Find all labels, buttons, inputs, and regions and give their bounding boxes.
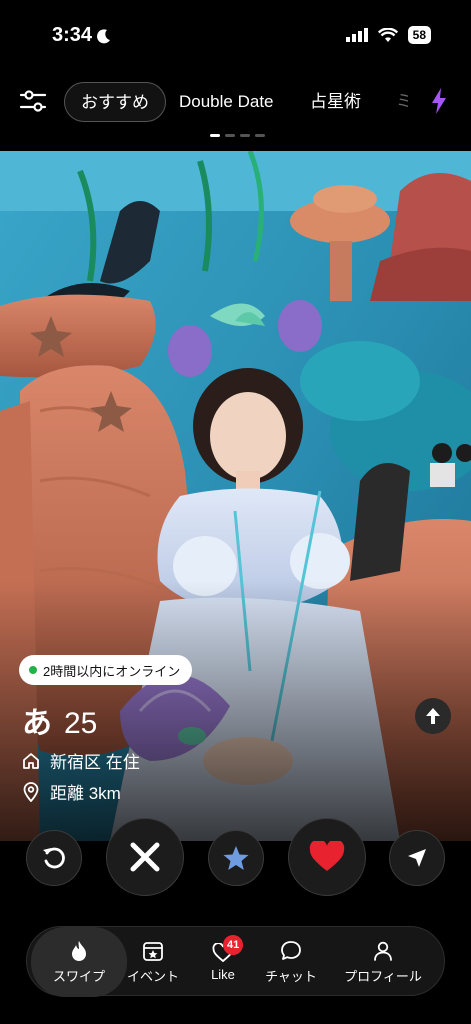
heart-icon xyxy=(309,841,345,871)
distance-row: 距離 3km xyxy=(22,779,121,804)
status-bar: 3:34 58 xyxy=(0,0,471,70)
rewind-button[interactable] xyxy=(26,830,82,886)
tab-event-label: イベント xyxy=(126,968,179,984)
filter-button[interactable] xyxy=(18,86,50,118)
chat-icon xyxy=(281,940,301,960)
location-pin-icon xyxy=(23,781,39,802)
tab-swipe-label: スワイプ xyxy=(52,968,105,984)
pager-dot xyxy=(240,134,250,137)
profile-name: あ xyxy=(22,707,52,740)
pager-dot xyxy=(255,134,265,137)
profile-age: 25 xyxy=(64,707,98,740)
status-time: 3:34 xyxy=(52,24,112,47)
tab-swipe[interactable]: スワイプ xyxy=(31,927,127,997)
like-button[interactable] xyxy=(288,818,366,896)
tab-profile-label: プロフィール xyxy=(344,968,422,984)
online-status-text: 2時間以内にオンライン xyxy=(43,663,181,679)
swipe-actions xyxy=(0,818,471,898)
send-icon xyxy=(408,849,426,867)
tab-chat[interactable]: チャット xyxy=(259,927,323,997)
send-button[interactable] xyxy=(389,830,445,886)
flame-icon xyxy=(72,940,86,961)
tab-like[interactable]: Like 41 xyxy=(193,927,253,997)
home-icon xyxy=(23,752,39,769)
tab-truncated[interactable]: ミ xyxy=(396,82,408,122)
top-nav: おすすめ Double Date 占星術 ミ xyxy=(0,74,471,130)
tab-astrology[interactable]: 占星術 xyxy=(310,82,361,122)
bottom-tab-bar: スワイプ イベント Like 41 チャット プロフィール xyxy=(26,926,445,997)
profile-name-age: あ 25 xyxy=(22,698,97,742)
online-status-badge: 2時間以内にオンライン xyxy=(19,655,193,685)
wifi-icon xyxy=(377,27,398,42)
boost-button[interactable] xyxy=(431,88,447,119)
nope-button[interactable] xyxy=(106,818,184,896)
event-icon xyxy=(143,941,163,961)
residence-row: 新宿区 在住 xyxy=(22,748,140,773)
moon-icon xyxy=(97,28,111,43)
clock-text: 3:34 xyxy=(52,24,93,46)
residence-text: 新宿区 在住 xyxy=(50,753,140,772)
like-count-badge: 41 xyxy=(223,935,244,955)
rewind-icon xyxy=(43,847,65,869)
tab-profile[interactable]: プロフィール xyxy=(335,927,431,997)
tab-chat-label: チャット xyxy=(265,968,317,984)
battery-indicator: 58 xyxy=(407,26,431,44)
pager-dot xyxy=(210,134,220,137)
tab-double-date[interactable]: Double Date xyxy=(179,82,274,122)
pager-dot xyxy=(225,134,235,137)
photo-pager xyxy=(210,134,265,137)
distance-text: 距離 3km xyxy=(50,784,121,803)
tab-recommended[interactable]: おすすめ xyxy=(64,82,166,122)
expand-profile-button[interactable] xyxy=(415,698,451,734)
arrow-up-icon xyxy=(426,708,440,724)
person-icon xyxy=(374,941,392,961)
tab-like-label: Like xyxy=(211,966,235,982)
star-icon xyxy=(223,846,249,870)
status-icons: 58 xyxy=(345,26,431,44)
filter-sliders-icon xyxy=(19,90,47,112)
signal-icon xyxy=(345,28,368,42)
online-dot-icon xyxy=(29,666,37,674)
bolt-icon xyxy=(432,88,446,114)
tab-event[interactable]: イベント xyxy=(123,927,183,997)
super-like-button[interactable] xyxy=(208,830,264,886)
close-icon xyxy=(130,842,160,872)
